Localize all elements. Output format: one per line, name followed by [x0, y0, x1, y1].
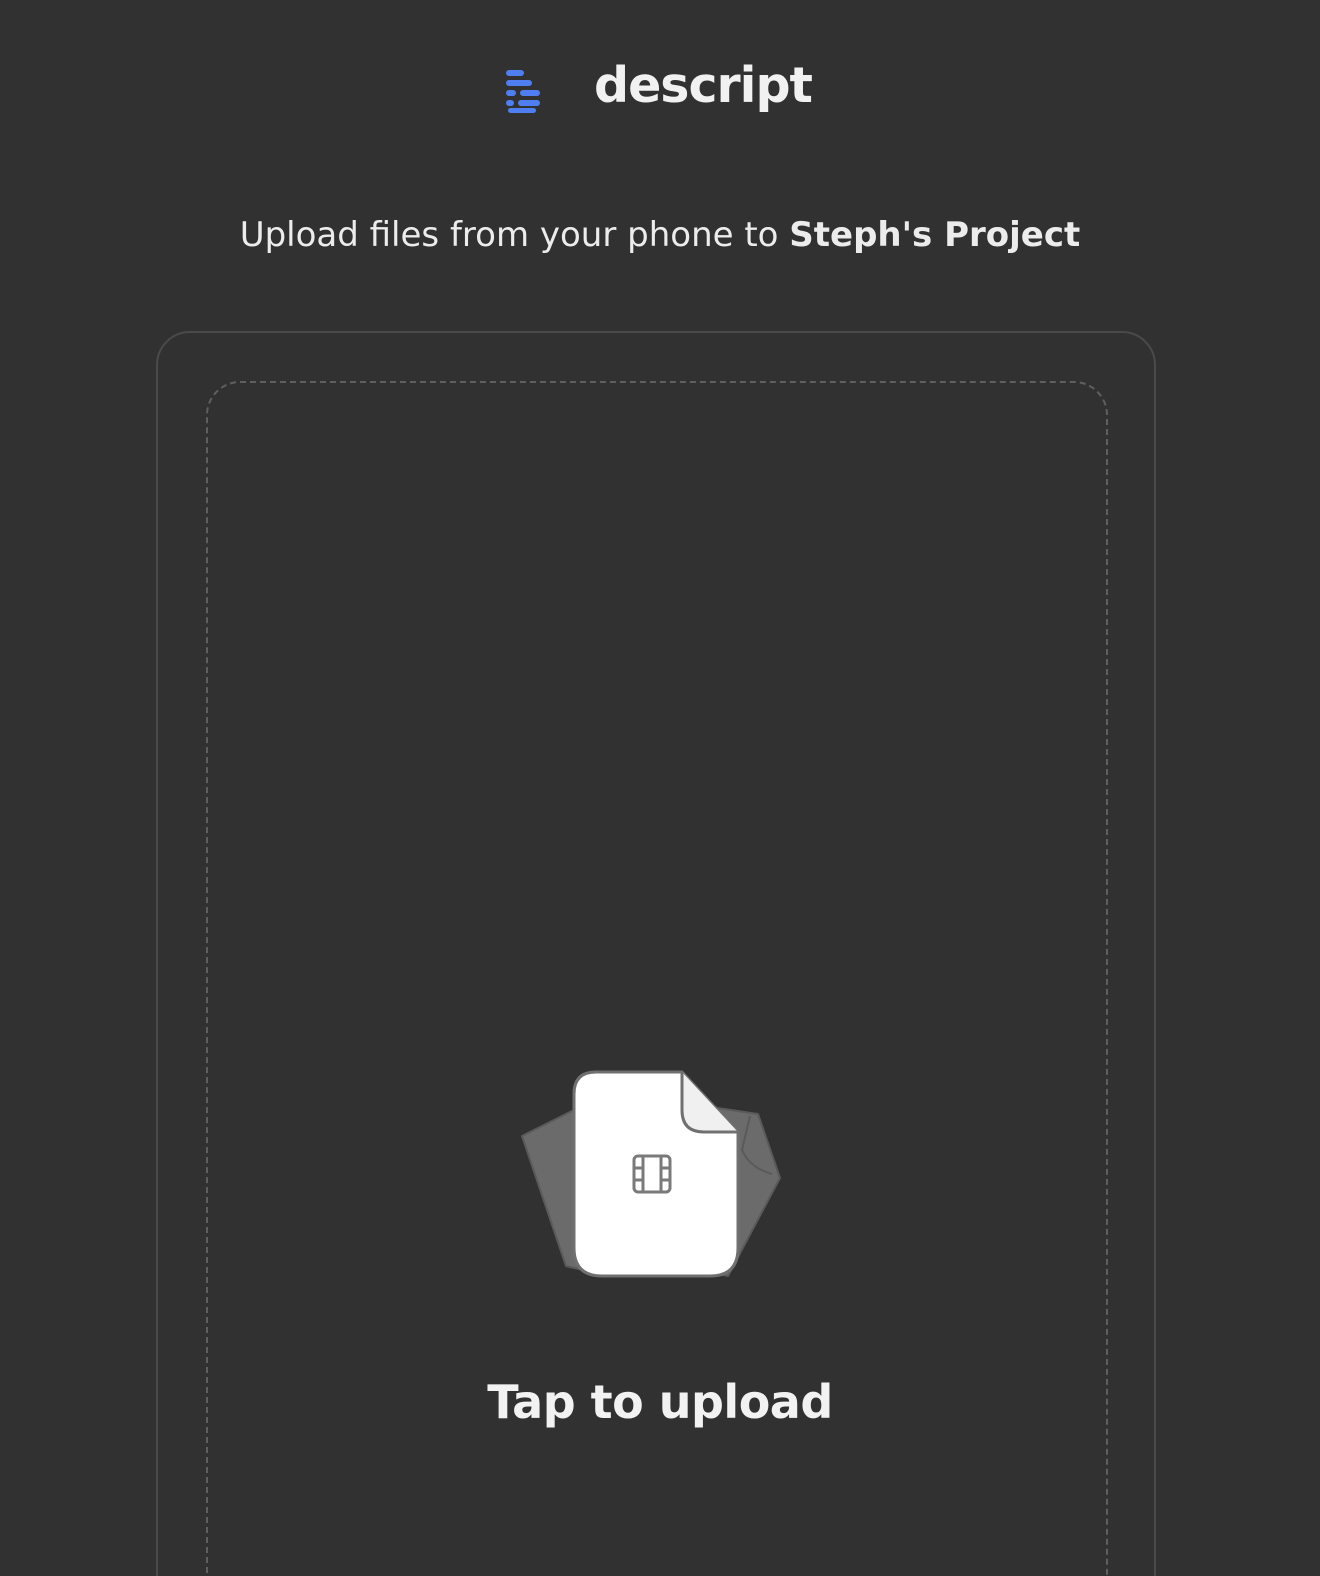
tap-to-upload-label[interactable]: Tap to upload [0, 1372, 1320, 1432]
header: descript [0, 57, 1320, 122]
instructions-text: Upload files from your phone to [239, 215, 790, 255]
brand-name: descript [594, 57, 813, 114]
upload-instructions: Upload files from your phone to Steph's … [0, 212, 1320, 258]
descript-logo-icon [506, 70, 540, 113]
video-file-stack-icon[interactable] [514, 1066, 784, 1282]
project-name: Steph's Project [789, 215, 1081, 255]
front-file [572, 1070, 740, 1278]
upload-page: descript Upload files from your phone to… [0, 0, 1320, 1576]
